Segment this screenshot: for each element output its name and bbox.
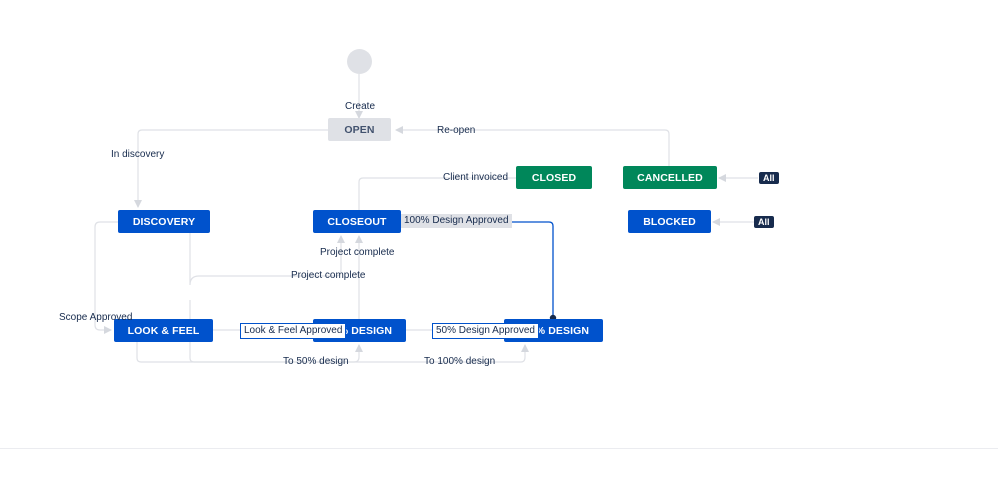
transition-label-project-complete-b[interactable]: Project complete: [291, 270, 365, 282]
status-closed[interactable]: CLOSED: [516, 166, 592, 189]
start-node[interactable]: [347, 49, 372, 74]
status-open[interactable]: OPEN: [328, 118, 391, 141]
transition-label-project-complete-a[interactable]: Project complete: [320, 247, 394, 259]
status-blocked[interactable]: BLOCKED: [628, 210, 711, 233]
design100-approved-connector: [402, 221, 554, 319]
status-closeout[interactable]: CLOSEOUT: [313, 210, 401, 233]
transition-label-to-50-design[interactable]: To 50% design: [283, 356, 349, 368]
global-transition-badge-blocked[interactable]: All: [754, 216, 774, 228]
transition-label-50-design-approved[interactable]: 50% Design Approved: [432, 323, 539, 339]
transition-label-look-feel-approved[interactable]: Look & Feel Approved: [240, 323, 347, 339]
global-transition-badge-cancelled[interactable]: All: [759, 172, 779, 184]
transition-label-create[interactable]: Create: [345, 101, 375, 113]
transition-label-client-invoiced[interactable]: Client invoiced: [443, 172, 508, 184]
in-discovery-connector: [134, 129, 328, 208]
transition-label-100-design-approved[interactable]: 100% Design Approved: [401, 214, 512, 228]
transition-label-scope-approved[interactable]: Scope Approved: [59, 312, 132, 324]
transition-label-re-open[interactable]: Re-open: [437, 125, 475, 137]
status-cancelled[interactable]: CANCELLED: [623, 166, 717, 189]
status-discovery[interactable]: DISCOVERY: [118, 210, 210, 233]
footer-divider: [0, 448, 998, 449]
transition-label-to-100-design[interactable]: To 100% design: [424, 356, 495, 368]
workflow-connectors: [94, 74, 758, 363]
transition-label-in-discovery[interactable]: In discovery: [111, 149, 164, 161]
